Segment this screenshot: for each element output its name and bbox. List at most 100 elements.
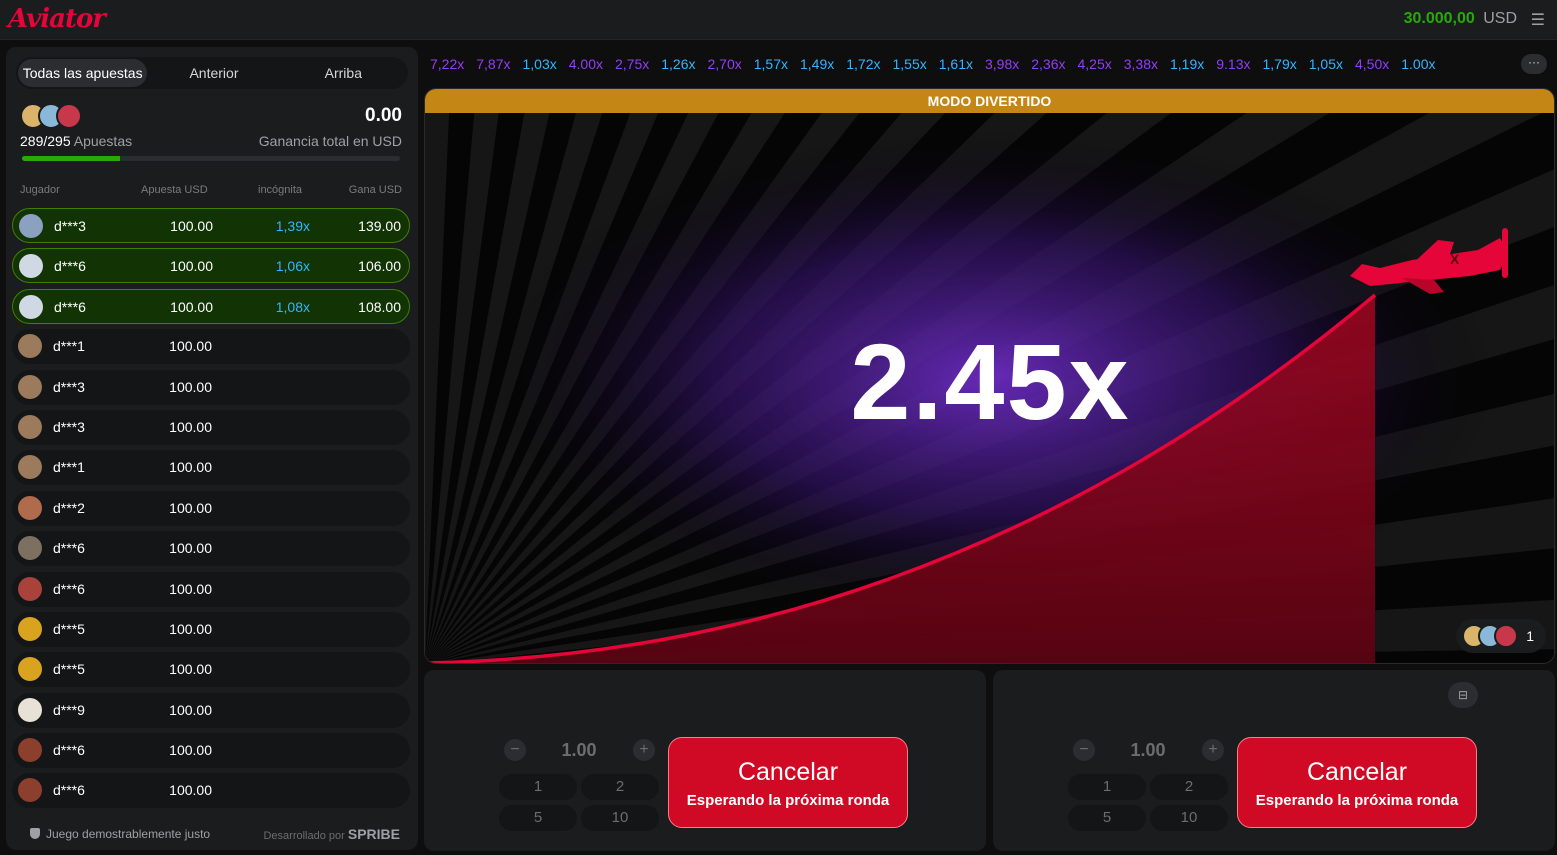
waiting-label: Esperando la próxima ronda xyxy=(1255,792,1459,809)
quick-stake-10[interactable]: 10 xyxy=(1150,805,1228,831)
bet-amount: 100.00 xyxy=(169,701,212,718)
history-multiplier[interactable]: 2,75x xyxy=(615,52,649,76)
avatar xyxy=(18,536,42,561)
history-multiplier[interactable]: 4,50x xyxy=(1355,52,1389,76)
bet-amount: 100.00 xyxy=(170,218,213,234)
bet-amount: 100.00 xyxy=(169,499,212,516)
player-name: d***9 xyxy=(53,701,85,718)
player-name: d***6 xyxy=(53,580,85,597)
avatar xyxy=(18,414,42,439)
history-multiplier[interactable]: 3,38x xyxy=(1124,52,1158,76)
table-row: d***6 100.00 xyxy=(12,733,410,769)
table-row: d***2 100.00 xyxy=(12,490,410,526)
history-more-button[interactable]: ··· xyxy=(1521,54,1547,74)
player-name: d***5 xyxy=(53,620,85,637)
quick-stake-5[interactable]: 5 xyxy=(1068,805,1146,831)
provably-fair-label: Juego demostrablemente justo xyxy=(46,827,211,841)
history-multiplier[interactable]: 1,57x xyxy=(754,52,788,76)
player-name: d***6 xyxy=(53,742,85,759)
table-row: d***6 100.00 xyxy=(12,571,410,607)
cashout-multiplier: 1,39x xyxy=(275,218,310,234)
quick-stake-5[interactable]: 5 xyxy=(499,805,577,831)
bets-progress-fill xyxy=(22,156,121,161)
svg-text:X: X xyxy=(1450,251,1460,267)
history-multiplier[interactable]: 1,49x xyxy=(800,52,834,76)
bet-panel-1: − 1.00 + 1 2 5 10 Cancelar Esperando la … xyxy=(424,670,986,851)
stake-amount[interactable]: 1.00 xyxy=(1098,740,1198,761)
table-row: d***1 100.00 xyxy=(12,329,410,365)
balance-group: 30.000,00 USD xyxy=(1404,10,1517,28)
quick-stake-2[interactable]: 2 xyxy=(1150,774,1228,800)
history-multiplier[interactable]: 4.00x xyxy=(569,52,603,76)
hamburger-icon[interactable]: ☰ xyxy=(1531,10,1545,30)
history-multiplier[interactable]: 1,05x xyxy=(1309,52,1343,76)
aviator-logo: Aviator xyxy=(8,4,106,34)
remove-panel-icon[interactable]: ⊟ xyxy=(1448,682,1478,708)
history-multiplier[interactable]: 3,98x xyxy=(985,52,1019,76)
avatar xyxy=(19,294,43,319)
stake-increase-button[interactable]: + xyxy=(633,739,655,761)
player-name: d***6 xyxy=(53,540,85,557)
bets-list: d***3 100.00 1,39x 139.00 d***6 100.00 1,06x 10… xyxy=(12,208,410,814)
avatar xyxy=(1494,624,1519,648)
stake-stepper: − 1.00 + xyxy=(1068,734,1228,766)
bet-amount: 100.00 xyxy=(170,298,213,315)
player-name: d***3 xyxy=(53,378,85,395)
quick-stake-1[interactable]: 1 xyxy=(499,774,577,800)
table-row: d***6 100.00 1,08x 108.00 xyxy=(12,288,410,324)
multiplier-history: 7,22x 7,87x 1,03x 4.00x 2,75x 1,26x 2,70x 1,57x… xyxy=(424,52,1516,76)
history-multiplier[interactable]: 2,70x xyxy=(708,52,742,76)
win-amount: 106.00 xyxy=(358,258,401,275)
quick-stake-10[interactable]: 10 xyxy=(581,805,659,831)
table-row: d***3 100.00 1,39x 139.00 xyxy=(12,208,410,243)
history-multiplier[interactable]: 1,79x xyxy=(1263,52,1297,76)
history-multiplier[interactable]: 7,22x xyxy=(430,52,464,76)
stake-decrease-button[interactable]: − xyxy=(504,739,526,761)
balance-amount: 30.000,00 xyxy=(1403,10,1475,27)
table-row: d***1 100.00 xyxy=(12,450,410,486)
player-name: d***5 xyxy=(53,661,85,678)
bet-amount: 100.00 xyxy=(169,338,212,355)
player-name: d***6 xyxy=(54,298,86,315)
stake-amount[interactable]: 1.00 xyxy=(529,740,629,761)
tab-all-bets[interactable]: Todas las apuestas xyxy=(18,59,148,87)
win-amount: 108.00 xyxy=(358,298,401,315)
stake-increase-button[interactable]: + xyxy=(1202,739,1224,761)
balance-currency: USD xyxy=(1483,10,1517,27)
provably-fair-link[interactable]: Juego demostrablemente justo xyxy=(30,827,210,841)
waiting-label: Esperando la próxima ronda xyxy=(686,792,890,809)
win-amount: 139.00 xyxy=(358,218,401,234)
cashout-players-count: 1 xyxy=(1526,628,1534,644)
bet-amount: 100.00 xyxy=(169,378,212,395)
history-multiplier[interactable]: 1,61x xyxy=(939,52,973,76)
quick-stake-2[interactable]: 2 xyxy=(581,774,659,800)
history-multiplier[interactable]: 1,03x xyxy=(523,52,557,76)
player-name: d***6 xyxy=(54,258,86,275)
avatar xyxy=(18,334,42,359)
history-multiplier[interactable]: 1,72x xyxy=(846,52,880,76)
history-multiplier[interactable]: 4,25x xyxy=(1078,52,1112,76)
history-multiplier[interactable]: 2,36x xyxy=(1031,52,1065,76)
bet-panel-2: ⊟ − 1.00 + 1 2 5 10 Cancelar Esperando l… xyxy=(993,670,1555,851)
cancel-label: Cancelar xyxy=(1306,758,1408,786)
cancel-bet-button[interactable]: Cancelar Esperando la próxima ronda xyxy=(668,737,908,828)
history-multiplier[interactable]: 9.13x xyxy=(1216,52,1250,76)
history-multiplier[interactable]: 1.00x xyxy=(1401,52,1435,76)
tab-previous[interactable]: Anterior xyxy=(149,57,278,89)
avatar xyxy=(18,738,42,763)
stake-stepper: − 1.00 + xyxy=(499,734,659,766)
history-multiplier[interactable]: 1,55x xyxy=(893,52,927,76)
player-name: d***3 xyxy=(54,218,86,234)
stake-decrease-button[interactable]: − xyxy=(1073,739,1095,761)
avatar xyxy=(56,103,82,129)
avatar xyxy=(18,778,42,803)
history-multiplier[interactable]: 7,87x xyxy=(476,52,510,76)
bet-amount: 100.00 xyxy=(169,661,212,678)
table-row: d***6 100.00 xyxy=(12,773,410,809)
history-multiplier[interactable]: 1,19x xyxy=(1170,52,1204,76)
player-name: d***6 xyxy=(53,782,85,799)
history-multiplier[interactable]: 1,26x xyxy=(661,52,695,76)
quick-stake-1[interactable]: 1 xyxy=(1068,774,1146,800)
tab-top[interactable]: Arriba xyxy=(279,57,408,89)
cancel-bet-button[interactable]: Cancelar Esperando la próxima ronda xyxy=(1237,737,1477,828)
